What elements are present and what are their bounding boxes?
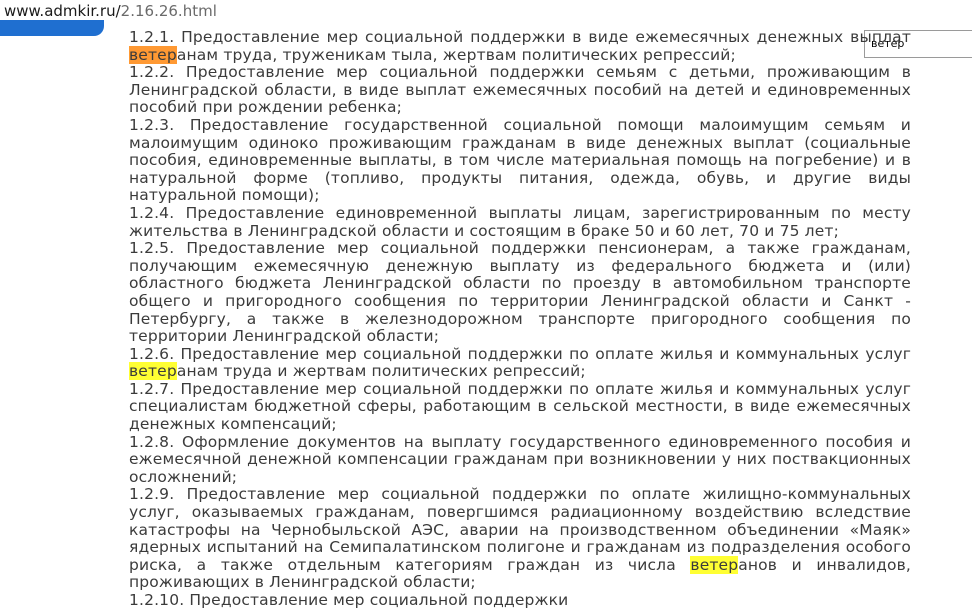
paragraph-text: 1.2.6. Предоставление мер социальной под… xyxy=(129,344,911,363)
document-paragraph: 1.2.2. Предоставление мер социальной под… xyxy=(129,63,911,117)
paragraph-text: 1.2.1. Предоставление мер социальной под… xyxy=(129,28,911,46)
search-match-highlight: ветер xyxy=(690,555,739,574)
document-text: 1.2.1. Предоставление мер социальной под… xyxy=(129,28,911,610)
tab-strip-fade xyxy=(0,20,104,32)
paragraph-text: анам труда и жертвам политических репрес… xyxy=(176,362,586,381)
address-host: www.admkir.ru/ xyxy=(4,2,121,20)
document-paragraph: 1.2.8. Оформление документов на выплату … xyxy=(129,432,911,486)
current-search-match: ветер xyxy=(129,45,177,64)
document-paragraph: 1.2.6. Предоставление мер социальной под… xyxy=(129,344,911,381)
page-tab-strip[interactable] xyxy=(0,20,104,36)
search-match-highlight: ветер xyxy=(129,362,177,381)
document-paragraph: 1.2.4. Предоставление единовременной вып… xyxy=(129,203,911,240)
document-paragraph: 1.2.1. Предоставление мер социальной под… xyxy=(129,28,911,64)
address-bar[interactable]: www.admkir.ru/2.16.26.html xyxy=(0,0,972,22)
document-paragraph: 1.2.10. Предоставление мер социальной по… xyxy=(129,591,569,609)
paragraph-text: анам труда, труженикам тыла, жертвам пол… xyxy=(176,45,736,64)
document-paragraph: 1.2.7. Предоставление мер социальной под… xyxy=(129,379,911,434)
document-paragraph: 1.2.5. Предоставление мер социальной под… xyxy=(129,239,911,346)
document-paragraph: 1.2.3. Предоставление государственной со… xyxy=(129,115,911,205)
address-path: 2.16.26.html xyxy=(120,2,217,20)
document-paragraph: 1.2.9. Предоставление мер социальной под… xyxy=(129,486,911,592)
